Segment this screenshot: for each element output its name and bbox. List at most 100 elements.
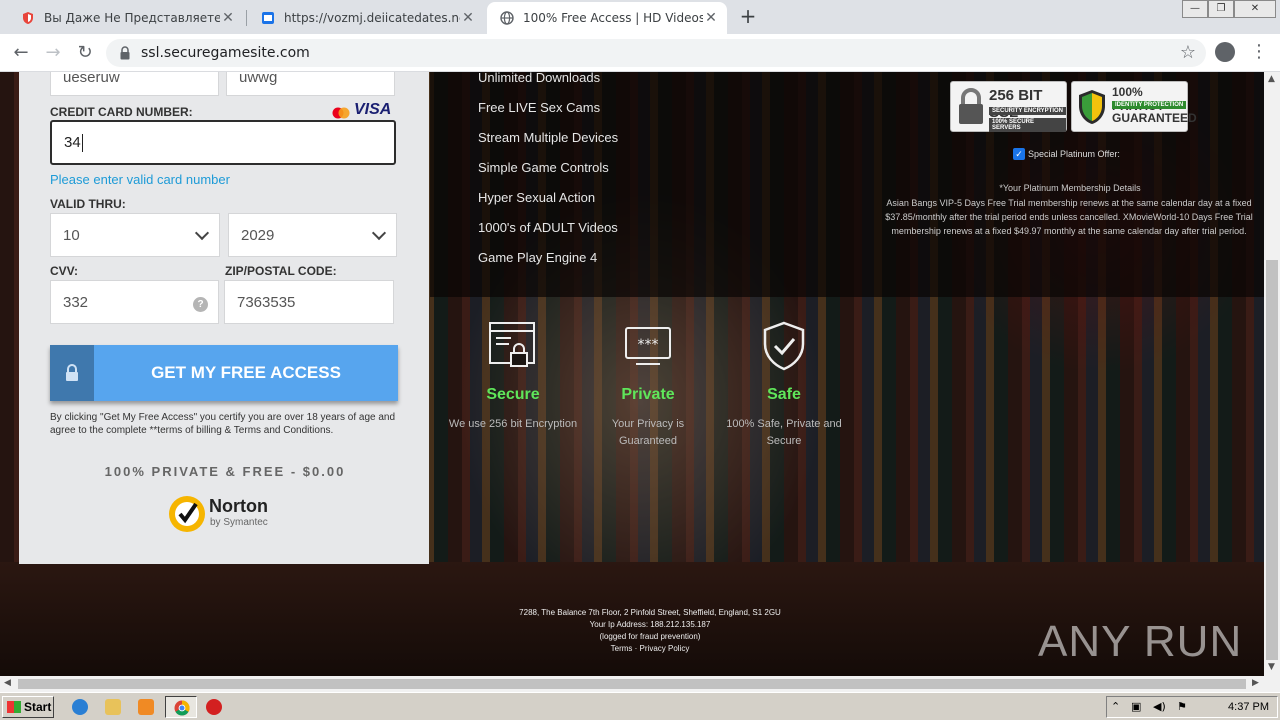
- feature-item: Simple Game Controls: [478, 160, 609, 175]
- close-icon[interactable]: ✕: [220, 10, 236, 26]
- reload-icon[interactable]: ↻: [74, 42, 96, 64]
- tab-strip: Вы Даже Не Представляете Что М ✕ https:/…: [0, 0, 1280, 34]
- footer-links[interactable]: Terms · Privacy Policy: [440, 643, 860, 655]
- security-alert-icon[interactable]: [206, 699, 222, 715]
- flag-icon[interactable]: ⚑: [1177, 700, 1187, 713]
- trust-title: Private: [621, 386, 675, 403]
- trust-desc: 100% Safe, Private and Secure: [726, 418, 842, 447]
- window-close-icon[interactable]: ✕: [1234, 0, 1276, 18]
- text-caret: [81, 133, 83, 152]
- cvv-value: 332: [63, 293, 89, 311]
- get-free-access-button[interactable]: GET MY FREE ACCESS: [50, 345, 398, 401]
- feature-item: Free LIVE Sex Cams: [478, 100, 601, 115]
- browser-lock-icon: [489, 322, 535, 367]
- help-question-icon[interactable]: ?: [193, 297, 208, 312]
- checkbox-checked-icon[interactable]: ✓: [1013, 148, 1025, 160]
- privacy-badge-sub: IDENTITY PROTECTION: [1112, 101, 1187, 109]
- valid-thru-label: VALID THRU:: [50, 197, 126, 211]
- submit-label: GET MY FREE ACCESS: [151, 363, 341, 382]
- privacy-badge: 100% PRIVACY IDENTITY PROTECTION GUARANT…: [1071, 81, 1197, 132]
- windows-logo-icon: [7, 701, 21, 713]
- trust-safe: Safe 100% Safe, Private and Secure: [719, 320, 849, 450]
- feature-item: 1000's of ADULT Videos: [478, 220, 618, 235]
- back-arrow-icon[interactable]: ←: [10, 42, 32, 64]
- feature-item: Hyper Sexual Action: [478, 190, 596, 205]
- forward-arrow-icon[interactable]: →: [42, 42, 64, 64]
- ssl-badge-title: 256 BIT SSL: [989, 87, 1043, 121]
- zip-label: ZIP/POSTAL CODE:: [225, 264, 337, 278]
- network-icon[interactable]: ▣: [1131, 700, 1141, 713]
- page-viewport: ueseruw uwwg CREDIT CARD NUMBER: VISA 34…: [0, 72, 1264, 676]
- scroll-down-icon[interactable]: ▼: [1268, 662, 1275, 672]
- horizontal-scrollbar[interactable]: ◀ ▶: [0, 676, 1280, 692]
- bookmark-star-icon[interactable]: ☆: [1180, 42, 1196, 63]
- tab-1-title: Вы Даже Не Представляете Что М: [44, 11, 220, 25]
- footer-address: 7288, The Balance 7th Floor, 2 Pinfold S…: [519, 608, 781, 617]
- media-player-icon[interactable]: [138, 699, 154, 715]
- trust-secure: Secure We use 256 bit Encryption: [448, 320, 578, 433]
- scroll-right-icon[interactable]: ▶: [1252, 678, 1259, 688]
- first-name-input[interactable]: ueseruw: [50, 72, 219, 96]
- tab-2-title: https://vozmj.deiicatedates.net/c/d: [284, 11, 460, 25]
- checkout-form-panel: ueseruw uwwg CREDIT CARD NUMBER: VISA 34…: [19, 72, 429, 564]
- chrome-taskbar-button[interactable]: [165, 696, 197, 718]
- trust-private: *** Private Your Privacy is Guaranteed: [583, 320, 713, 450]
- scroll-up-icon[interactable]: ▲: [1268, 74, 1275, 84]
- zip-input[interactable]: 7363535: [224, 280, 394, 324]
- norton-check-icon: [169, 496, 205, 532]
- page-icon: [260, 10, 276, 26]
- cvv-input[interactable]: 332 ?: [50, 280, 219, 324]
- lock-icon: [120, 46, 130, 60]
- membership-details-text: Asian Bangs VIP-5 Days Free Trial member…: [885, 198, 1253, 236]
- url-text: ssl.securegamesite.com: [141, 45, 310, 61]
- card-number-input[interactable]: 34: [50, 120, 396, 165]
- mastercard-icon: [332, 104, 350, 119]
- trust-title: Secure: [486, 386, 540, 403]
- special-offer-checkbox[interactable]: ✓ Special Platinum Offer:: [1013, 148, 1120, 160]
- anyrun-watermark: ANY RUN: [1038, 617, 1243, 666]
- horizontal-scroll-thumb[interactable]: [18, 679, 1246, 689]
- expiry-year-select[interactable]: 2029: [228, 213, 397, 257]
- last-name-input[interactable]: uwwg: [226, 72, 395, 96]
- minimize-icon[interactable]: —: [1182, 0, 1208, 18]
- shield-icon: [1079, 90, 1105, 124]
- close-icon[interactable]: ✕: [703, 10, 719, 26]
- vertical-scroll-thumb[interactable]: [1266, 260, 1278, 660]
- tab-2[interactable]: https://vozmj.deiicatedates.net/c/d ✕: [248, 2, 484, 34]
- new-tab-plus-icon[interactable]: +: [737, 5, 759, 27]
- tab-3-title: 100% Free Access | HD Videos: [523, 11, 703, 25]
- svg-text:***: ***: [638, 337, 659, 353]
- menu-dots-icon[interactable]: ⋮: [1250, 41, 1268, 62]
- profile-avatar-icon[interactable]: [1215, 42, 1235, 62]
- globe-icon: [499, 10, 515, 26]
- visa-logo: VISA: [354, 101, 392, 118]
- special-offer-label: Special Platinum Offer:: [1028, 149, 1120, 159]
- address-bar[interactable]: ssl.securegamesite.com ☆: [106, 39, 1206, 67]
- shield-check-icon: [763, 321, 805, 371]
- page-footer: 7288, The Balance 7th Floor, 2 Pinfold S…: [440, 607, 860, 655]
- footer-ip-note: (logged for fraud prevention): [599, 632, 701, 641]
- system-tray: ⌃ ▣ ◀) ⚑ 4:37 PM: [1106, 696, 1278, 718]
- folder-icon[interactable]: [105, 699, 121, 715]
- start-button[interactable]: Start: [2, 696, 54, 718]
- norton-by: by Symantec: [210, 517, 268, 528]
- vertical-scrollbar[interactable]: ▲ ▼: [1264, 72, 1280, 676]
- ie-icon[interactable]: [72, 699, 88, 715]
- chevron-down-icon: [371, 225, 387, 241]
- tray-expand-icon[interactable]: ⌃: [1111, 700, 1120, 713]
- tab-3[interactable]: 100% Free Access | HD Videos ✕: [487, 2, 727, 34]
- close-icon[interactable]: ✕: [460, 10, 476, 26]
- taskbar: Start ⌃ ▣ ◀) ⚑ 4:37 PM: [0, 692, 1280, 720]
- browser-toolbar: ← → ↻ ssl.securegamesite.com ☆: [0, 34, 1280, 72]
- expiry-year-value: 2029: [241, 226, 275, 244]
- tab-separator: [246, 10, 247, 26]
- restore-icon[interactable]: ❐: [1208, 0, 1234, 18]
- expiry-month-select[interactable]: 10: [50, 213, 220, 257]
- password-screen-icon: ***: [625, 327, 671, 365]
- card-number-label: CREDIT CARD NUMBER:: [50, 105, 193, 119]
- feature-item: Game Play Engine 4: [478, 250, 598, 265]
- volume-icon[interactable]: ◀): [1153, 700, 1166, 713]
- padlock-icon: [959, 88, 983, 124]
- scroll-left-icon[interactable]: ◀: [4, 678, 11, 688]
- tab-1[interactable]: Вы Даже Не Представляете Что М ✕: [8, 2, 244, 34]
